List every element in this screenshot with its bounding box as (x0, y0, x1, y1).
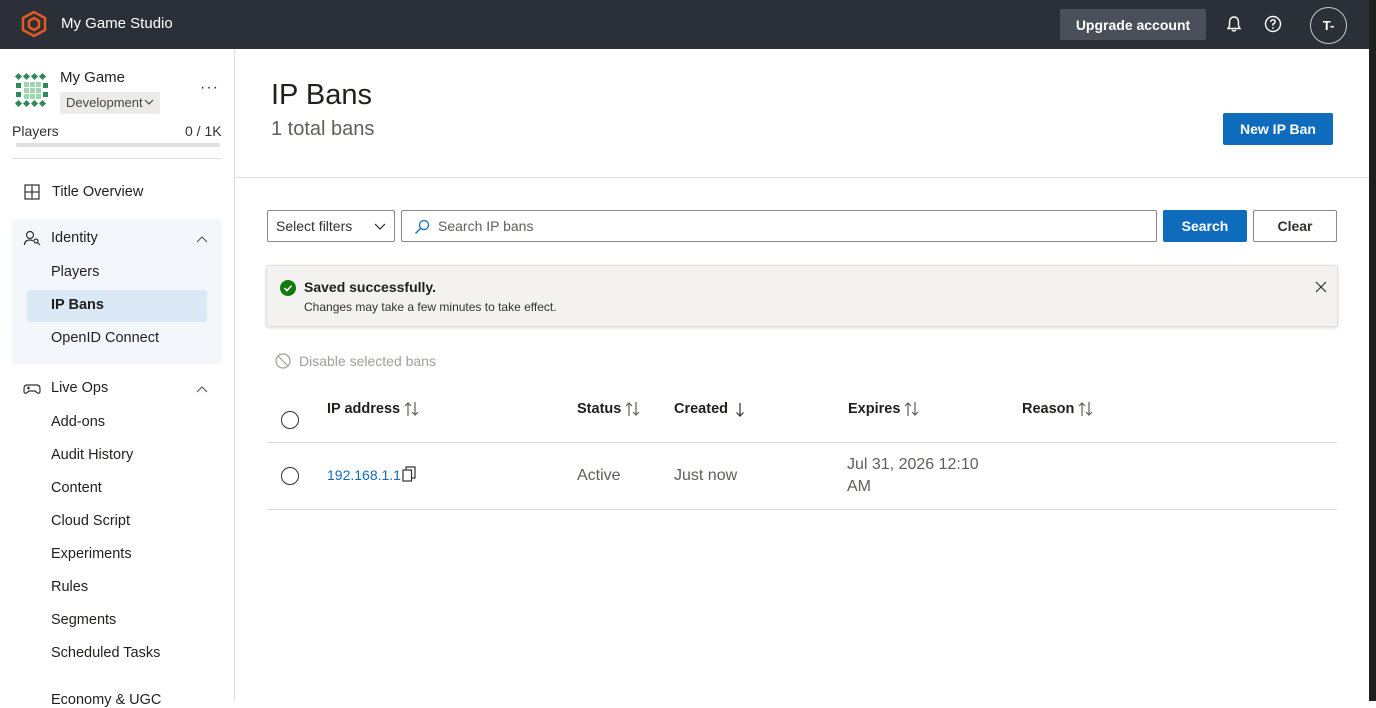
column-header-created[interactable]: Created (674, 400, 748, 418)
sidebar-item-title-overview[interactable]: Title Overview (52, 184, 143, 200)
sidebar-item-scheduled-tasks[interactable]: Scheduled Tasks (51, 645, 160, 661)
sort-descending-icon (736, 403, 744, 417)
chevron-up-icon[interactable] (196, 385, 208, 393)
table-header-divider (267, 442, 1337, 443)
game-logo-icon (14, 72, 48, 108)
sidebar-item-segments[interactable]: Segments (51, 612, 116, 628)
chevron-down-icon (374, 223, 386, 230)
sidebar-item-economy-ugc[interactable]: Economy & UGC (51, 692, 161, 708)
select-all-radio[interactable] (281, 411, 299, 429)
expires-cell-line1: Jul 31, 2026 12:10 (847, 456, 979, 473)
sidebar: My Game Development ··· Players 0 / 1K T… (0, 49, 235, 708)
sort-icon (904, 402, 919, 416)
toast-title: Saved successfully. (304, 279, 437, 295)
window-edge (1369, 0, 1376, 701)
sort-icon (404, 402, 419, 416)
game-name: My Game (60, 69, 126, 86)
header-divider (235, 177, 1369, 178)
new-ip-ban-button[interactable]: New IP Ban (1223, 113, 1333, 145)
search-icon (415, 219, 430, 234)
copy-icon[interactable] (402, 466, 416, 482)
sidebar-item-identity[interactable]: Identity (51, 230, 98, 246)
column-header-expires[interactable]: Expires (848, 400, 920, 418)
players-quota-label: Players (12, 123, 59, 139)
table-row-divider (267, 509, 1337, 510)
search-input[interactable] (438, 216, 1138, 236)
sidebar-item-audit-history[interactable]: Audit History (51, 447, 133, 463)
upgrade-account-button[interactable]: Upgrade account (1060, 9, 1206, 40)
filter-label: Select filters (276, 218, 353, 234)
players-quota-count: 0 / 1K (185, 123, 222, 139)
help-icon[interactable] (1264, 15, 1282, 33)
sidebar-item-live-ops[interactable]: Live Ops (51, 380, 108, 396)
page-subtitle: 1 total bans (271, 118, 375, 140)
more-options-button[interactable]: ··· (200, 79, 219, 97)
column-header-status[interactable]: Status (577, 400, 641, 418)
search-box[interactable] (401, 210, 1157, 242)
created-cell: Just now (674, 467, 738, 484)
disable-selected-bans-label: Disable selected bans (299, 353, 436, 369)
environment-label: Development (66, 95, 143, 110)
chevron-up-icon[interactable] (196, 235, 208, 243)
column-header-reason[interactable]: Reason (1022, 400, 1094, 418)
players-quota-bar (16, 143, 220, 147)
prohibited-icon (275, 353, 291, 369)
bell-icon[interactable] (1225, 15, 1243, 33)
sort-icon (625, 402, 640, 416)
sidebar-item-content[interactable]: Content (51, 480, 102, 496)
close-icon[interactable] (1314, 280, 1328, 294)
status-cell: Active (577, 467, 621, 484)
main-content: IP Bans 1 total bans New IP Ban Select f… (235, 49, 1369, 701)
search-button[interactable]: Search (1163, 210, 1247, 242)
success-message-bar: Saved successfully. Changes may take a f… (266, 265, 1338, 327)
sidebar-item-rules[interactable]: Rules (51, 579, 88, 595)
studio-name[interactable]: My Game Studio (61, 15, 173, 32)
sidebar-divider (12, 158, 222, 159)
column-header-ip-address[interactable]: IP address (327, 400, 420, 418)
sidebar-item-experiments[interactable]: Experiments (51, 546, 132, 562)
sidebar-item-players[interactable]: Players (51, 264, 99, 280)
user-avatar[interactable]: T- (1310, 7, 1347, 44)
row-select-radio[interactable] (281, 467, 299, 485)
gamepad-icon (23, 384, 41, 394)
ip-address-link[interactable]: 192.168.1.1 (327, 467, 401, 483)
filter-dropdown[interactable]: Select filters (267, 210, 395, 242)
page-title: IP Bans (271, 79, 373, 111)
studio-logo-icon[interactable] (21, 11, 47, 37)
chevron-down-icon (144, 99, 154, 105)
toast-message: Changes may take a few minutes to take e… (304, 300, 557, 314)
grid-icon (24, 184, 40, 200)
top-bar: My Game Studio Upgrade account T- (0, 0, 1369, 49)
sidebar-item-cloud-script[interactable]: Cloud Script (51, 513, 130, 529)
clear-button[interactable]: Clear (1253, 210, 1337, 242)
environment-dropdown[interactable]: Development (60, 92, 160, 114)
sort-icon (1078, 402, 1093, 416)
sidebar-item-ip-bans[interactable]: IP Bans (51, 297, 104, 313)
sidebar-item-openid-connect[interactable]: OpenID Connect (51, 330, 159, 346)
expires-cell-line2: AM (847, 478, 871, 495)
person-key-icon (23, 230, 41, 246)
sidebar-item-add-ons[interactable]: Add-ons (51, 414, 105, 430)
checkmark-circle-icon (280, 280, 296, 296)
